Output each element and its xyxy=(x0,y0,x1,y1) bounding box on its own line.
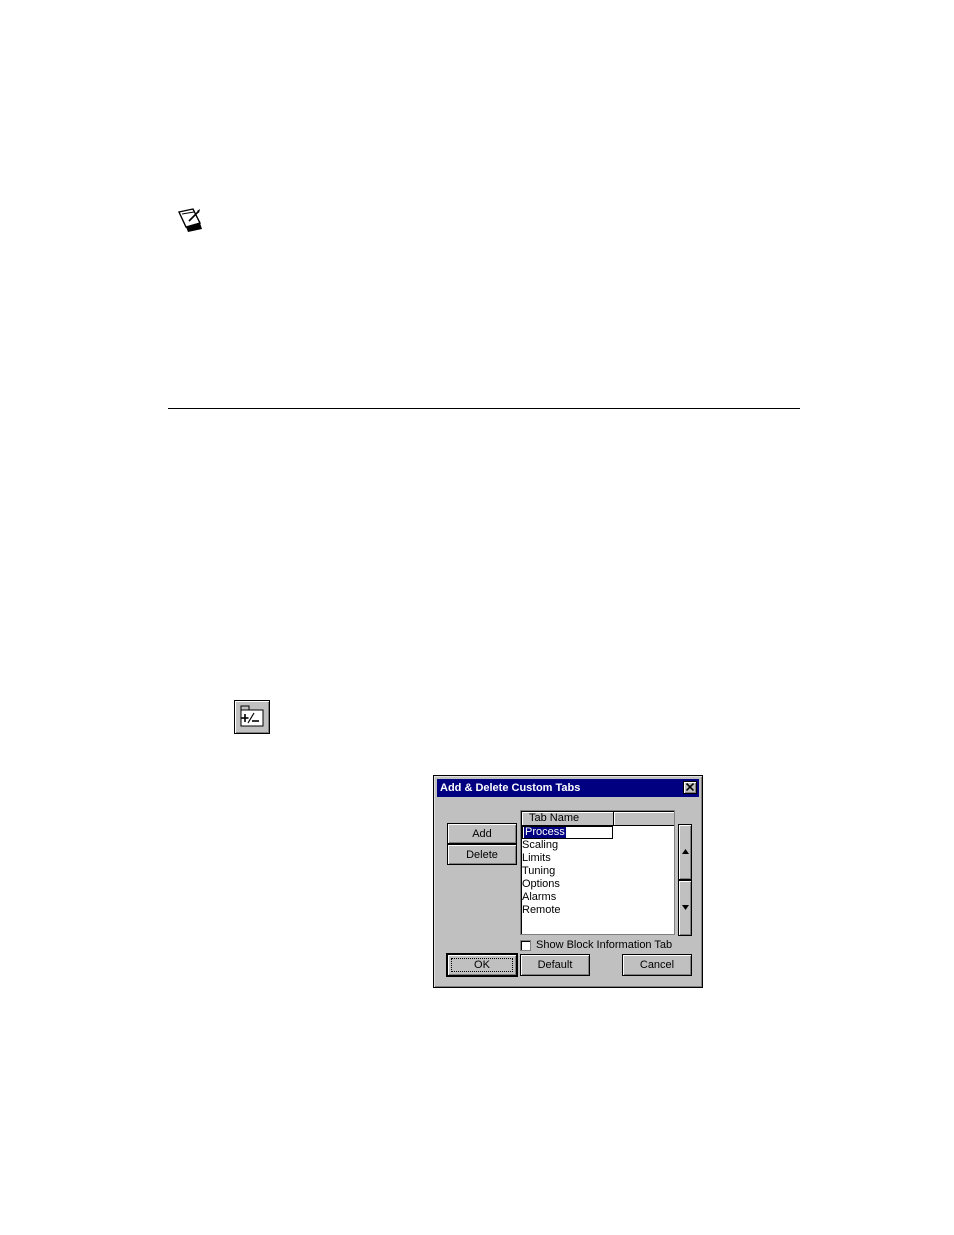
list-item[interactable]: Scaling xyxy=(522,839,674,852)
move-down-button[interactable] xyxy=(678,880,692,936)
tab-name-column-header[interactable]: Tab Name xyxy=(522,812,614,826)
column-header-filler xyxy=(614,812,674,826)
list-item[interactable]: Tuning xyxy=(522,865,674,878)
add-delete-tabs-icon[interactable] xyxy=(234,700,270,734)
add-delete-custom-tabs-dialog: Add & Delete Custom Tabs Add Delete Tab … xyxy=(433,775,703,988)
tab-name-edit-value: Process xyxy=(524,826,566,838)
tab-name-rows: Process Scaling Limits Tuning Options Al… xyxy=(522,826,674,917)
arrow-up-icon xyxy=(682,849,689,854)
default-button[interactable]: Default xyxy=(520,954,590,976)
close-button[interactable] xyxy=(683,781,697,794)
show-block-info-row: Show Block Information Tab xyxy=(520,939,672,952)
section-divider xyxy=(168,408,800,409)
list-item[interactable]: Remote xyxy=(522,904,674,917)
dialog-titlebar[interactable]: Add & Delete Custom Tabs xyxy=(437,779,699,797)
list-item[interactable]: Options xyxy=(522,878,674,891)
tab-name-edit-field[interactable]: Process xyxy=(522,826,613,839)
delete-button[interactable]: Delete xyxy=(447,844,517,865)
close-icon xyxy=(686,783,694,791)
show-block-info-label[interactable]: Show Block Information Tab xyxy=(536,939,672,952)
add-button[interactable]: Add xyxy=(447,823,517,844)
ok-button[interactable]: OK xyxy=(447,954,517,976)
list-item[interactable]: Limits xyxy=(522,852,674,865)
list-item[interactable]: Alarms xyxy=(522,891,674,904)
cancel-button[interactable]: Cancel xyxy=(622,954,692,976)
show-block-info-checkbox[interactable] xyxy=(520,940,531,951)
move-up-button[interactable] xyxy=(678,824,692,880)
note-icon xyxy=(176,206,206,234)
dialog-title: Add & Delete Custom Tabs xyxy=(440,782,581,794)
tab-name-list[interactable]: Tab Name Process Scaling Limits Tuning O… xyxy=(520,810,675,935)
arrow-down-icon xyxy=(682,905,689,910)
focus-rect xyxy=(451,958,513,972)
